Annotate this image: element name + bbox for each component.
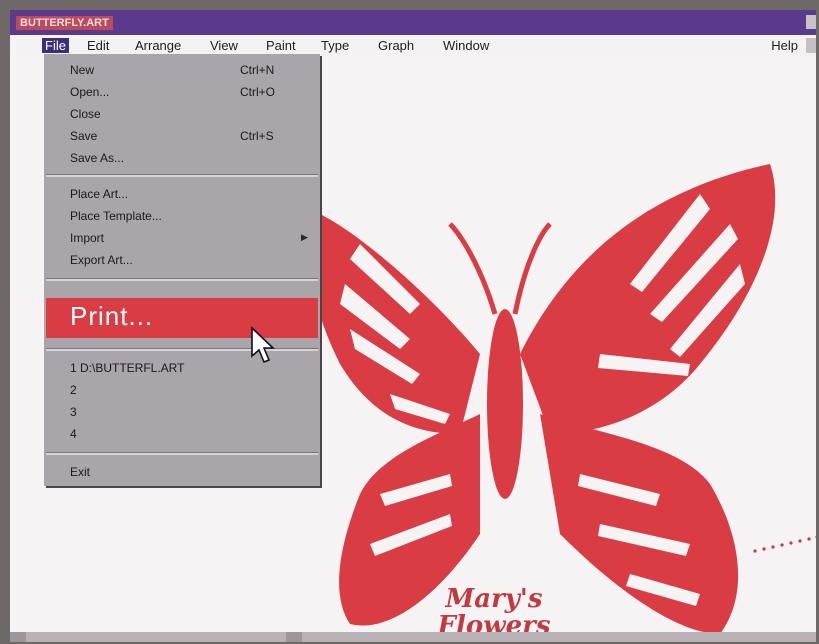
- menu-item-save-as[interactable]: Save As...: [44, 148, 320, 168]
- menu-item-open-label: Open...: [70, 85, 110, 99]
- menu-view[interactable]: View: [210, 38, 238, 53]
- menu-paint[interactable]: Paint: [266, 38, 296, 53]
- decorative-dotted-line: [753, 535, 816, 553]
- menu-item-save-as-label: Save As...: [70, 151, 125, 165]
- menu-item-save[interactable]: Save Ctrl+S: [44, 126, 320, 146]
- menu-item-print[interactable]: Print...: [46, 298, 318, 338]
- menu-item-recent-file[interactable]: 4: [44, 424, 320, 444]
- menu-item-import-label: Import: [70, 231, 105, 245]
- menu-item-print-label: Print...: [70, 301, 154, 331]
- help-scroll-stub: [806, 38, 816, 53]
- menu-edit[interactable]: Edit: [87, 38, 109, 53]
- menu-item-place-art-label: Place Art...: [70, 187, 129, 201]
- menu-separator: [46, 452, 318, 455]
- menu-bar: File Edit Arrange View Paint Type Graph …: [10, 35, 816, 56]
- menu-item-place-art[interactable]: Place Art...: [44, 184, 320, 204]
- menu-item-export-art[interactable]: Export Art...: [44, 250, 320, 270]
- recent-file-2-label: 2: [70, 383, 77, 397]
- menu-arrange[interactable]: Arrange: [135, 38, 181, 53]
- window-title: BUTTERFLY.ART: [16, 16, 113, 30]
- recent-file-1-label: 1 D:\BUTTERFL.ART: [70, 361, 185, 375]
- menu-item-recent-file[interactable]: 3: [44, 402, 320, 422]
- menu-item-close[interactable]: Close: [44, 104, 320, 124]
- menu-separator: [46, 174, 318, 177]
- submenu-arrow-icon: ▶: [301, 232, 308, 242]
- menu-item-recent-file[interactable]: 2: [44, 380, 320, 400]
- scroll-left-button[interactable]: [10, 632, 26, 642]
- menu-separator: [46, 278, 318, 281]
- menu-file[interactable]: File: [42, 38, 69, 53]
- mouse-pointer-icon: [251, 326, 275, 364]
- menu-item-save-shortcut: Ctrl+S: [240, 129, 274, 143]
- menu-item-place-template-label: Place Template...: [70, 209, 162, 223]
- brand-line-1: Mary's: [445, 584, 543, 614]
- menu-item-open[interactable]: Open... Ctrl+O: [44, 82, 320, 102]
- butterfly-artwork: [309, 164, 776, 634]
- menu-item-import[interactable]: Import ▶: [44, 228, 320, 248]
- menu-item-close-label: Close: [70, 107, 101, 121]
- window-control-button[interactable]: [806, 15, 816, 29]
- menu-item-new-shortcut: Ctrl+N: [240, 63, 275, 77]
- menu-separator: [46, 348, 318, 351]
- menu-item-save-label: Save: [70, 129, 98, 143]
- horizontal-scrollbar[interactable]: [10, 632, 816, 642]
- title-bar: BUTTERFLY.ART: [10, 10, 816, 35]
- recent-file-4-label: 4: [70, 427, 77, 441]
- file-menu-dropdown: New Ctrl+N Open... Ctrl+O Close Save Ctr…: [44, 54, 320, 486]
- menu-graph[interactable]: Graph: [378, 38, 414, 53]
- menu-item-new-label: New: [70, 63, 95, 77]
- menu-type[interactable]: Type: [321, 38, 349, 53]
- scroll-thumb[interactable]: [286, 632, 302, 642]
- menu-item-export-art-label: Export Art...: [70, 253, 133, 267]
- recent-file-3-label: 3: [70, 405, 77, 419]
- menu-item-exit-label: Exit: [70, 465, 91, 479]
- menu-window[interactable]: Window: [443, 38, 489, 53]
- menu-item-exit[interactable]: Exit: [44, 462, 320, 482]
- menu-help[interactable]: Help: [771, 38, 798, 53]
- menu-item-place-template[interactable]: Place Template...: [44, 206, 320, 226]
- menu-item-recent-file[interactable]: 1 D:\BUTTERFL.ART: [44, 358, 320, 378]
- menu-item-new[interactable]: New Ctrl+N: [44, 60, 320, 80]
- application-window: BUTTERFLY.ART File Edit Arrange View Pai…: [10, 10, 816, 642]
- menu-item-open-shortcut: Ctrl+O: [240, 85, 276, 99]
